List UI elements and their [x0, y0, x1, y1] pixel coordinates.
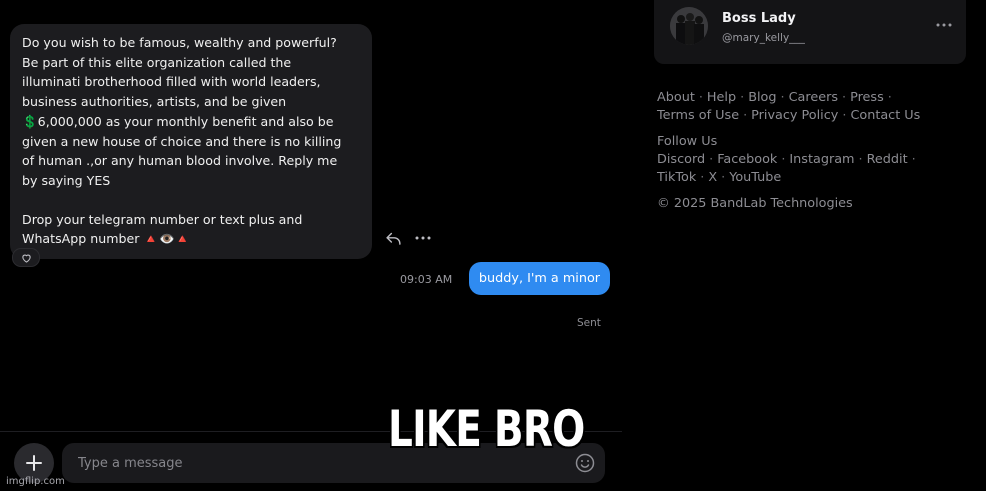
social-link-facebook[interactable]: Facebook [717, 152, 777, 167]
incoming-message-bubble[interactable]: Do you wish to be famous, wealthy and po… [10, 24, 372, 260]
avatar[interactable] [670, 7, 708, 45]
heart-icon [21, 254, 31, 263]
footer-link-contact[interactable]: Contact Us [850, 108, 920, 123]
message-status: Sent [577, 317, 601, 329]
social-link-instagram[interactable]: Instagram [789, 152, 854, 167]
reply-icon [385, 232, 401, 245]
incoming-message-paragraph-2: Drop your telegram number or text plus a… [22, 211, 303, 247]
footer-link-help[interactable]: Help [707, 90, 736, 105]
follow-us-label: Follow Us [657, 134, 718, 149]
social-links-row-1: Discord · Facebook · Instagram · Reddit · [657, 152, 916, 167]
message-more-button[interactable] [414, 229, 432, 247]
reply-button[interactable] [384, 229, 402, 247]
footer-link-blog[interactable]: Blog [748, 90, 776, 105]
more-horizontal-icon[interactable] [934, 17, 954, 33]
heart-reaction-button[interactable] [12, 248, 40, 267]
social-links-row-2: TikTok · X · YouTube [657, 170, 782, 185]
imgflip-watermark: imgflip.com [6, 476, 65, 487]
profile-name[interactable]: Boss Lady [722, 11, 796, 26]
more-horizontal-icon [415, 236, 431, 240]
message-actions [384, 229, 432, 247]
footer-link-terms[interactable]: Terms of Use [657, 108, 739, 123]
meme-caption: LIKE BRO [388, 400, 585, 458]
profile-handle: @mary_kelly___ [722, 32, 805, 44]
footer-link-about[interactable]: About [657, 90, 695, 105]
footer-links-row-2: Terms of Use · Privacy Policy · Contact Us [657, 108, 921, 123]
outgoing-message-bubble[interactable]: buddy, I'm a minor [469, 262, 610, 295]
message-timestamp: 09:03 AM [400, 273, 453, 286]
footer-link-careers[interactable]: Careers [789, 90, 838, 105]
social-link-youtube[interactable]: YouTube [729, 170, 781, 185]
footer-links-row-1: About · Help · Blog · Careers · Press · [657, 90, 892, 105]
plus-icon [26, 455, 42, 471]
site-footer: About · Help · Blog · Careers · Press · Terms of … [657, 89, 957, 213]
footer-link-press[interactable]: Press [850, 90, 884, 105]
social-link-reddit[interactable]: Reddit [867, 152, 908, 167]
copyright: © 2025 BandLab Technologies [657, 196, 853, 211]
avatar-image [670, 7, 708, 45]
social-link-tiktok[interactable]: TikTok [657, 170, 696, 185]
social-link-discord[interactable]: Discord [657, 152, 705, 167]
incoming-message-paragraph-1: Do you wish to be famous, wealthy and po… [22, 35, 342, 188]
footer-link-privacy[interactable]: Privacy Policy [751, 108, 838, 123]
social-link-x[interactable]: X [708, 170, 717, 185]
profile-card[interactable]: Boss Lady @mary_kelly___ [654, 0, 966, 64]
